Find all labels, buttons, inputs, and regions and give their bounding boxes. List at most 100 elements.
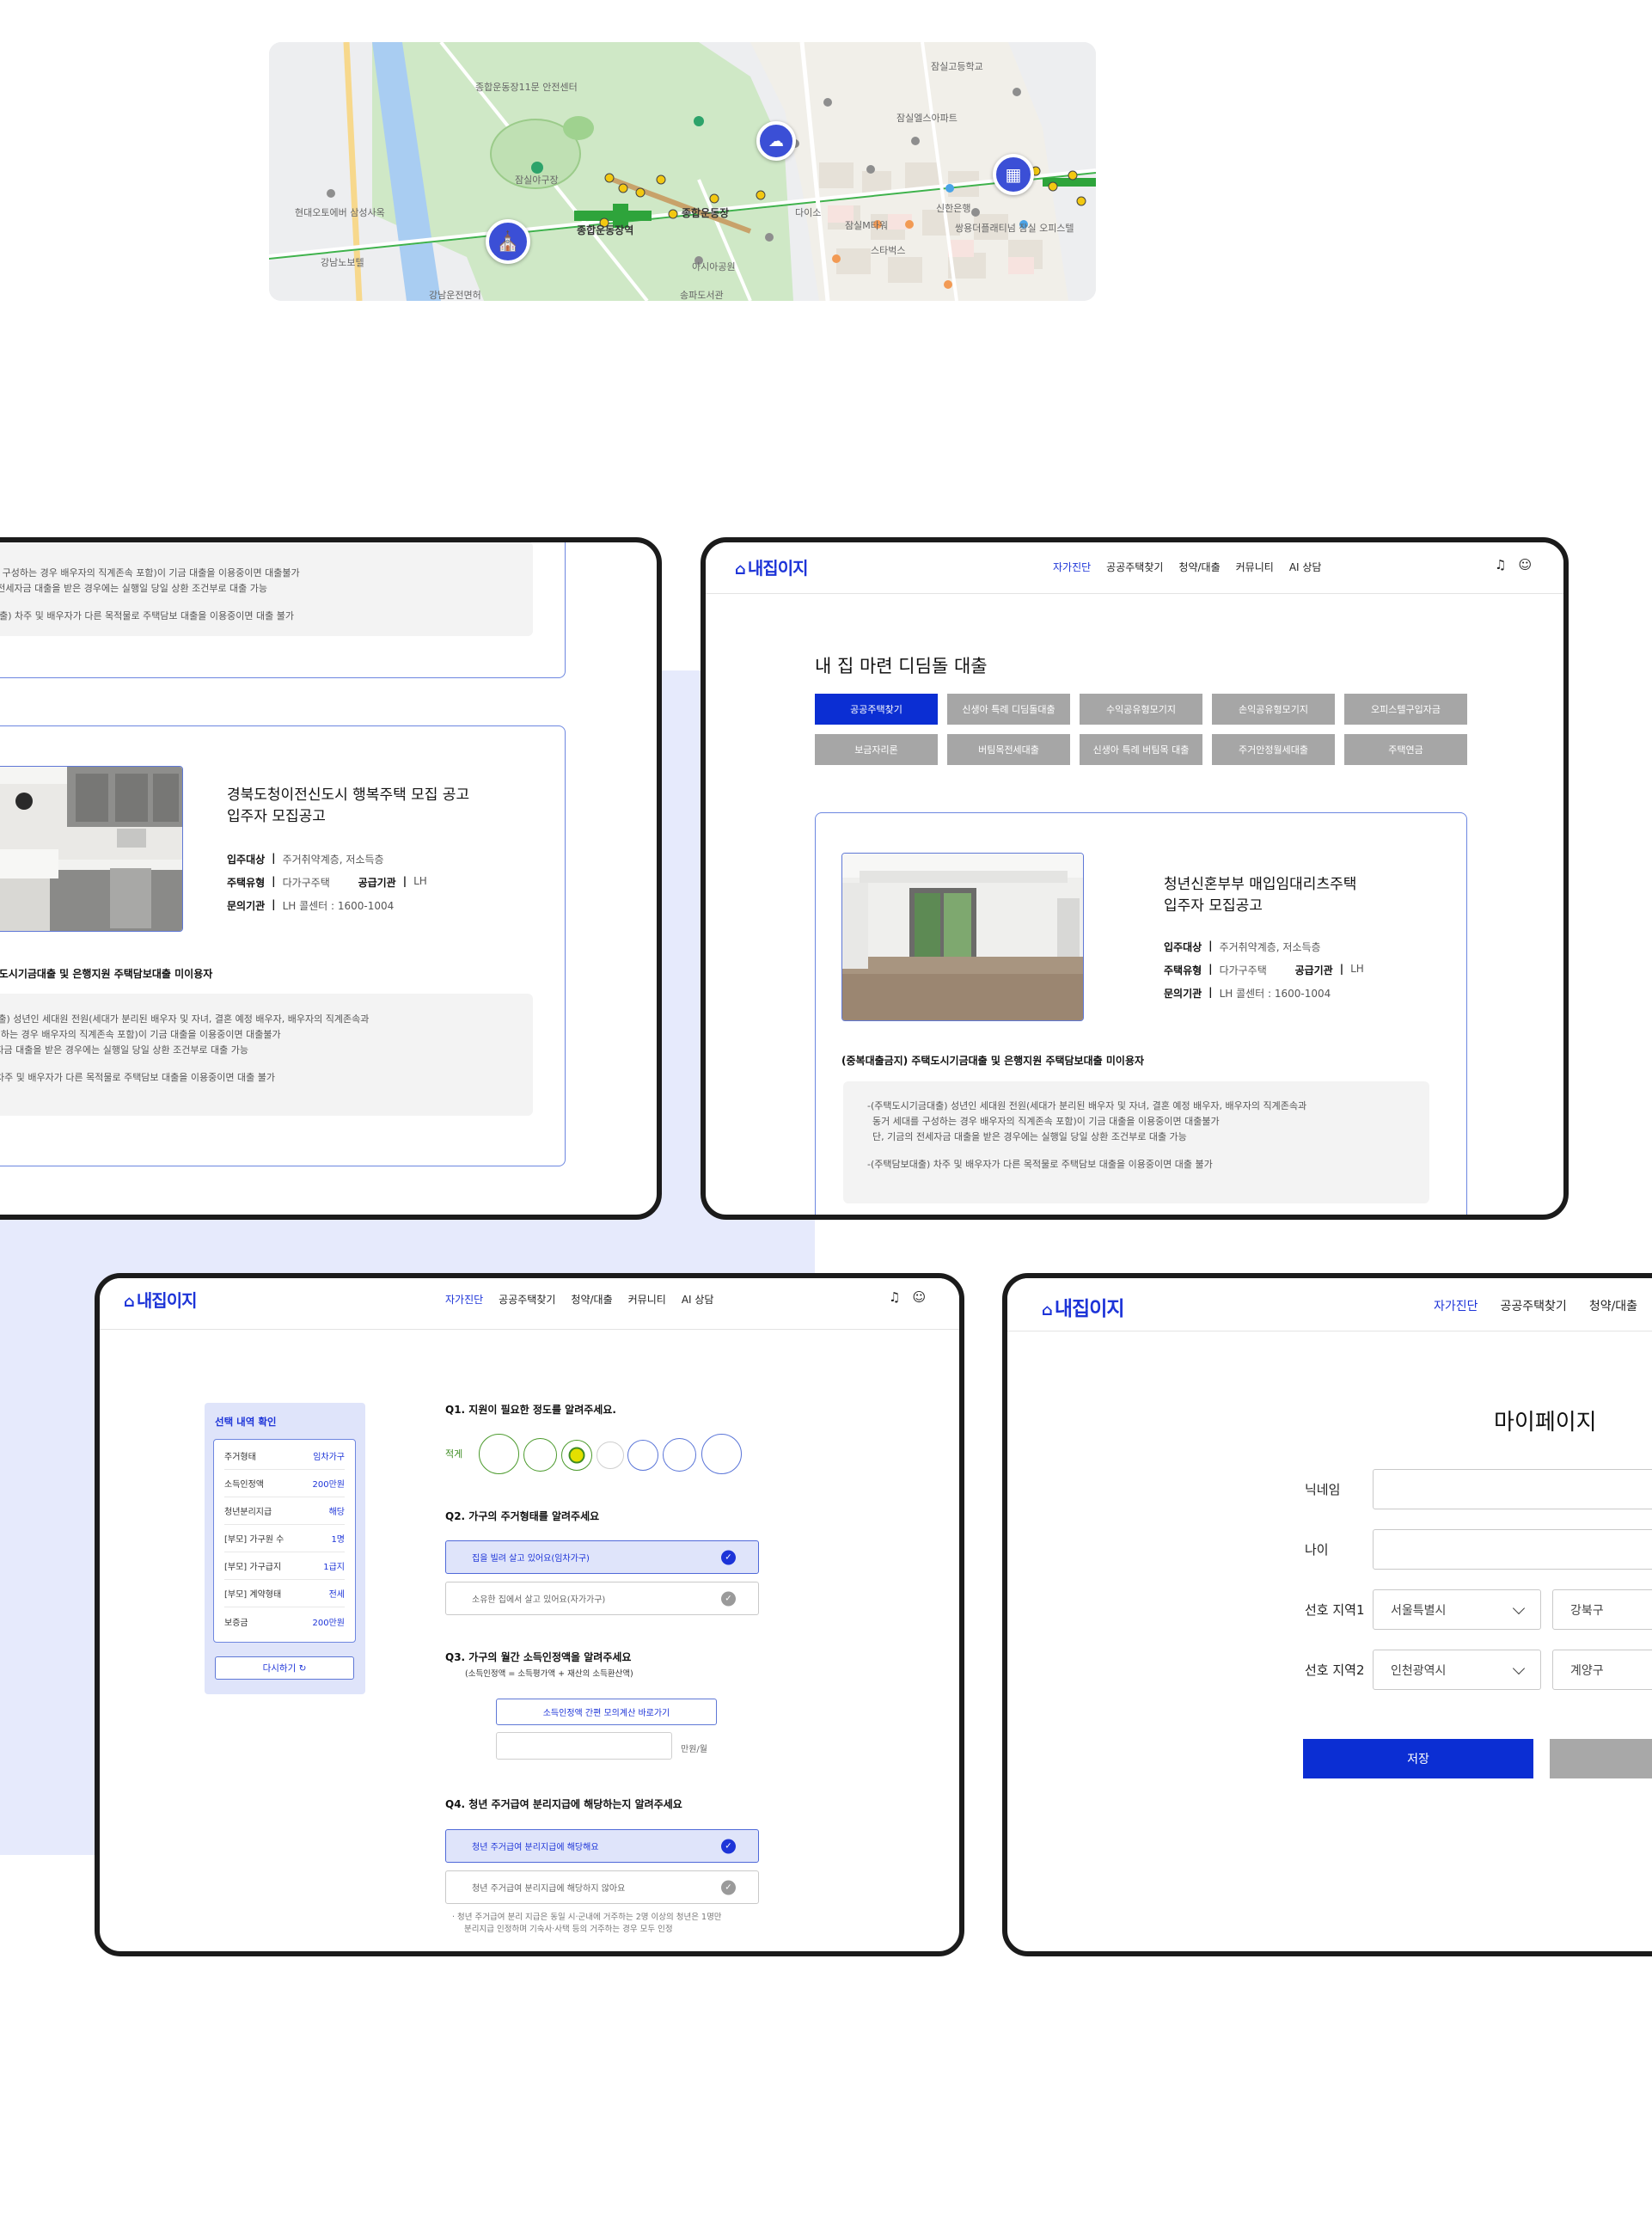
nav-item-ai-consult[interactable]: AI 상담 bbox=[1289, 560, 1322, 574]
map-view[interactable]: 종합운동장역 종합운동장 잠실야구장 종합운동장11문 안전센터 다이소 신한은… bbox=[269, 42, 1096, 301]
check-icon: ✓ bbox=[721, 1550, 736, 1564]
scale-low-label: 적게 bbox=[445, 1448, 463, 1460]
scale-option-5[interactable] bbox=[627, 1440, 658, 1471]
condition-line: -(주택담보대출) 차주 및 배우자가 다른 목적물로 주택담보 대출을 이용중… bbox=[867, 1159, 1213, 1170]
listing-card[interactable]: 청년신혼부부 매입임대리츠주택 입주자 모집공고 입주대상 | 주거취약계층, 저소… bbox=[815, 812, 1467, 1215]
question-1: Q1. 지원이 필요한 정도를 알려주세요. bbox=[445, 1404, 616, 1416]
nav-icons: ♫ ☺ bbox=[889, 1289, 926, 1305]
region1-district-select[interactable]: 강북구 bbox=[1552, 1589, 1652, 1630]
nav-icons: ♫ ☺ bbox=[1495, 557, 1532, 572]
nav-item-public-housing[interactable]: 공공주택찾기 bbox=[1106, 560, 1163, 574]
info-value: LH bbox=[1350, 963, 1364, 975]
nav-item-self-diagnosis[interactable]: 자가진단 bbox=[445, 1292, 483, 1307]
region2-label: 선호 지역2 bbox=[1305, 1662, 1365, 1678]
bus-icon[interactable]: ▦ bbox=[993, 154, 1034, 195]
region2-city-select[interactable]: 인천광역시 bbox=[1373, 1650, 1541, 1690]
chip-loss-share[interactable]: 손익공유형모기지 bbox=[1212, 694, 1335, 725]
info-key: 문의기관 bbox=[1164, 988, 1202, 1000]
income-calculator-link[interactable]: 소득인정액 간편 모의계산 바로가기 bbox=[496, 1699, 717, 1725]
listing-title-line2: 입주자 모집공고 bbox=[1164, 897, 1263, 915]
nav-item-subscription-loan[interactable]: 청약/대출 bbox=[571, 1292, 612, 1307]
listing-title: 청년신혼부부 매입임대리츠주택 입주자 모집공고 bbox=[1164, 874, 1356, 917]
nav-item-public-housing[interactable]: 공공주택찾기 bbox=[1501, 1297, 1567, 1314]
chip-bogeumjari[interactable]: 보금자리론 bbox=[815, 734, 938, 765]
region1-label: 선호 지역1 bbox=[1305, 1602, 1365, 1618]
map-label-jamsil-mtower: 잠실M타워 bbox=[845, 220, 888, 231]
info-key: 주택유형 bbox=[227, 877, 266, 889]
nav-item-community[interactable]: 커뮤니티 bbox=[1236, 560, 1274, 574]
region2-district-select[interactable]: 계양구 bbox=[1552, 1650, 1652, 1690]
chip-public-housing[interactable]: 공공주택찾기 bbox=[815, 694, 938, 725]
scale-option-3[interactable] bbox=[561, 1440, 592, 1471]
nav-item-ai-consult[interactable]: AI 상담 bbox=[682, 1292, 714, 1307]
nickname-label: 닉네임 bbox=[1305, 1482, 1341, 1497]
chip-newborn-beotimmok[interactable]: 신생아 특례 버팀목 대출 bbox=[1080, 734, 1202, 765]
option-separate-payment-yes[interactable]: 청년 주거급여 분리지급에 해당해요 ✓ bbox=[445, 1829, 759, 1863]
info-value: 다가구주택 bbox=[282, 877, 330, 889]
listing-title: 경북도청이전신도시 행복주택 모집 공고 입주자 모집공고 bbox=[227, 785, 469, 828]
chip-profit-share[interactable]: 수익공유형모기지 bbox=[1080, 694, 1202, 725]
save-button[interactable]: 저장 bbox=[1303, 1739, 1533, 1778]
cloud-icon[interactable]: ☁ bbox=[756, 121, 796, 161]
info-key: 입주대상 bbox=[227, 854, 266, 866]
scale-option-7[interactable] bbox=[701, 1434, 742, 1474]
chip-officetel[interactable]: 오피스텔구입자금 bbox=[1344, 694, 1467, 725]
listing-title-line1: 경북도청이전신도시 행복주택 모집 공고 bbox=[227, 787, 470, 804]
bell-icon[interactable]: ♫ bbox=[889, 1289, 900, 1305]
question-4: Q4. 청년 주거급여 분리지급에 해당하는지 알려주세요 bbox=[445, 1798, 682, 1810]
chip-housing-pension[interactable]: 주택연금 bbox=[1344, 734, 1467, 765]
nav-item-subscription-loan[interactable]: 청약/대출 bbox=[1589, 1297, 1637, 1314]
scale-option-4[interactable] bbox=[597, 1442, 624, 1469]
summary-row: 보증금 200만원 bbox=[224, 1618, 345, 1628]
condition-line: 단, 기금의 전세자금 대출을 받은 경우에는 실행일 당일 상환 조건부로 대… bbox=[872, 1131, 1187, 1142]
top-nav: ⌂ 내집이지 자가진단 공공주택찾기 청약/대출 커뮤니티 AI 상담 ♫ ☺ bbox=[706, 542, 1563, 594]
summary-row: [부모] 가구급지 1급지 bbox=[224, 1552, 345, 1580]
top-condition-card: 을 구성하는 경우 배우자의 직계존속 포함)이 기금 대출을 이용중이면 대출… bbox=[0, 542, 566, 678]
bell-icon[interactable]: ♫ bbox=[1495, 557, 1506, 572]
chevron-down-icon bbox=[1512, 1601, 1526, 1614]
summary-row: [부모] 계약형태 전세 bbox=[224, 1580, 345, 1607]
option-owning[interactable]: 소유한 집에서 살고 있어요(자가가구) ✓ bbox=[445, 1582, 759, 1615]
nav-item-self-diagnosis[interactable]: 자가진단 bbox=[1434, 1297, 1478, 1314]
summary-row: 청년분리지급 해당 bbox=[224, 1497, 345, 1525]
nav-item-public-housing[interactable]: 공공주택찾기 bbox=[499, 1292, 555, 1307]
nav-item-self-diagnosis[interactable]: 자가진단 bbox=[1053, 560, 1091, 574]
age-input[interactable] bbox=[1373, 1529, 1652, 1570]
region1-city-select[interactable]: 서울특별시 bbox=[1373, 1589, 1541, 1630]
map-label-sports-center: 종합운동장11문 안전센터 bbox=[475, 82, 578, 93]
building-icon[interactable]: ⛪ bbox=[486, 219, 530, 264]
user-icon[interactable]: ☺ bbox=[912, 1289, 926, 1305]
logo[interactable]: ⌂ 내집이지 bbox=[735, 554, 808, 579]
summary-row: 소득인정액 200만원 bbox=[224, 1470, 345, 1497]
info-value: 다가구주택 bbox=[1219, 964, 1267, 976]
nav-item-subscription-loan[interactable]: 청약/대출 bbox=[1178, 560, 1220, 574]
question-3-sub: (소득인정액 = 소득평가액 + 재산의 소득환산액) bbox=[465, 1669, 633, 1679]
listing-card[interactable]: 경북도청이전신도시 행복주택 모집 공고 입주자 모집공고 입주대상 | 주거취약계… bbox=[0, 725, 566, 1166]
info-row-type: 주택유형 | 다가구주택 공급기관 | LH bbox=[1164, 963, 1364, 976]
logo[interactable]: ⌂ 내집이지 bbox=[1042, 1292, 1125, 1321]
reset-button[interactable]: 다시하기 ↻ bbox=[215, 1656, 354, 1680]
top-nav: ⌂ 내집이지 자가진단 공공주택찾기 청약/대출 커뮤니티 AI 상담 ♫ ☺ bbox=[100, 1278, 959, 1330]
income-input[interactable] bbox=[496, 1732, 672, 1760]
chip-beotimmok[interactable]: 버팀목전세대출 bbox=[947, 734, 1070, 765]
device-self-diagnosis: ⌂ 내집이지 자가진단 공공주택찾기 청약/대출 커뮤니티 AI 상담 ♫ ☺ 선… bbox=[95, 1273, 964, 1956]
scale-option-1[interactable] bbox=[479, 1434, 519, 1474]
logo[interactable]: ⌂ 내집이지 bbox=[124, 1287, 197, 1312]
nav-item-community[interactable]: 커뮤니티 bbox=[628, 1292, 666, 1307]
top-cond-line: | 전세자금 대출을 받은 경우에는 실행일 당일 상환 조건부로 대출 가능 bbox=[0, 583, 268, 594]
chip-monthly-rent[interactable]: 주거안정월세대출 bbox=[1212, 734, 1335, 765]
scale-option-2[interactable] bbox=[523, 1438, 557, 1472]
check-icon: ✓ bbox=[721, 1839, 736, 1853]
info-row-target: 입주대상 | 주거취약계층, 저소득층 bbox=[227, 852, 384, 866]
showcase-canvas: 종합운동장역 종합운동장 잠실야구장 종합운동장11문 안전센터 다이소 신한은… bbox=[0, 0, 1652, 2216]
cancel-button[interactable] bbox=[1550, 1739, 1652, 1778]
scale-option-6[interactable] bbox=[663, 1438, 696, 1472]
income-unit: 만원/월 bbox=[681, 1745, 707, 1754]
nickname-input[interactable] bbox=[1373, 1469, 1652, 1509]
info-key: 공급기관 bbox=[1294, 964, 1333, 976]
option-renting[interactable]: 집을 빌려 살고 있어요(임차가구) ✓ bbox=[445, 1540, 759, 1574]
chip-newborn-didimdol[interactable]: 신생아 특례 디딤돌대출 bbox=[947, 694, 1070, 725]
user-icon[interactable]: ☺ bbox=[1518, 557, 1532, 572]
option-separate-payment-no[interactable]: 청년 주거급여 분리지급에 해당하지 않아요 ✓ bbox=[445, 1870, 759, 1904]
selection-summary-panel: 선택 내역 확인 주거형태 임차가구 소득인정액 200만원 청년분리지급 해당 [부… bbox=[205, 1403, 365, 1694]
